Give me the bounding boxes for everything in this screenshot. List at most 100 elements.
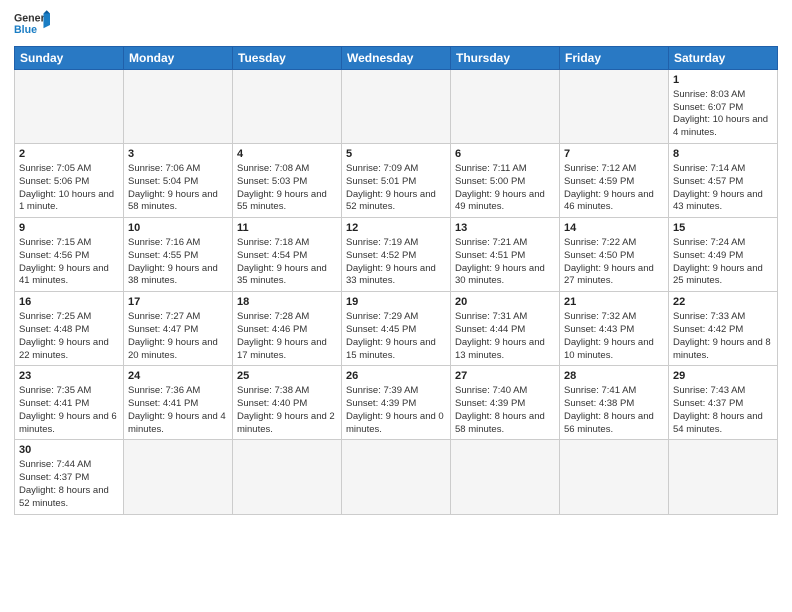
svg-text:Blue: Blue — [14, 24, 37, 36]
calendar-day-cell: 26Sunrise: 7:39 AM Sunset: 4:39 PM Dayli… — [342, 366, 451, 440]
calendar-header-saturday: Saturday — [669, 47, 778, 70]
day-number: 12 — [346, 221, 446, 236]
calendar-day-cell: 29Sunrise: 7:43 AM Sunset: 4:37 PM Dayli… — [669, 366, 778, 440]
calendar-header-sunday: Sunday — [15, 47, 124, 70]
calendar-day-cell: 11Sunrise: 7:18 AM Sunset: 4:54 PM Dayli… — [233, 218, 342, 292]
calendar-day-cell: 20Sunrise: 7:31 AM Sunset: 4:44 PM Dayli… — [451, 292, 560, 366]
day-info: Sunrise: 7:22 AM Sunset: 4:50 PM Dayligh… — [564, 237, 664, 288]
generalblue-logo-icon: General Blue — [14, 10, 50, 40]
calendar-week-row: 2Sunrise: 7:05 AM Sunset: 5:06 PM Daylig… — [15, 144, 778, 218]
page: General Blue SundayMondayTuesdayWednesda… — [0, 0, 792, 612]
calendar-day-cell: 3Sunrise: 7:06 AM Sunset: 5:04 PM Daylig… — [124, 144, 233, 218]
calendar-day-cell: 9Sunrise: 7:15 AM Sunset: 4:56 PM Daylig… — [15, 218, 124, 292]
calendar-day-cell — [560, 70, 669, 144]
calendar-header-monday: Monday — [124, 47, 233, 70]
day-info: Sunrise: 7:05 AM Sunset: 5:06 PM Dayligh… — [19, 163, 119, 214]
calendar-day-cell: 8Sunrise: 7:14 AM Sunset: 4:57 PM Daylig… — [669, 144, 778, 218]
day-number: 11 — [237, 221, 337, 236]
day-info: Sunrise: 7:24 AM Sunset: 4:49 PM Dayligh… — [673, 237, 773, 288]
day-number: 21 — [564, 295, 664, 310]
day-info: Sunrise: 7:12 AM Sunset: 4:59 PM Dayligh… — [564, 163, 664, 214]
calendar-day-cell: 15Sunrise: 7:24 AM Sunset: 4:49 PM Dayli… — [669, 218, 778, 292]
day-info: Sunrise: 7:41 AM Sunset: 4:38 PM Dayligh… — [564, 385, 664, 436]
calendar-day-cell: 25Sunrise: 7:38 AM Sunset: 4:40 PM Dayli… — [233, 366, 342, 440]
calendar-day-cell: 30Sunrise: 7:44 AM Sunset: 4:37 PM Dayli… — [15, 440, 124, 514]
calendar-day-cell: 14Sunrise: 7:22 AM Sunset: 4:50 PM Dayli… — [560, 218, 669, 292]
calendar-header-friday: Friday — [560, 47, 669, 70]
day-number: 15 — [673, 221, 773, 236]
day-info: Sunrise: 7:29 AM Sunset: 4:45 PM Dayligh… — [346, 311, 446, 362]
calendar-day-cell: 19Sunrise: 7:29 AM Sunset: 4:45 PM Dayli… — [342, 292, 451, 366]
calendar-day-cell: 5Sunrise: 7:09 AM Sunset: 5:01 PM Daylig… — [342, 144, 451, 218]
day-info: Sunrise: 7:31 AM Sunset: 4:44 PM Dayligh… — [455, 311, 555, 362]
day-info: Sunrise: 7:38 AM Sunset: 4:40 PM Dayligh… — [237, 385, 337, 436]
day-number: 5 — [346, 147, 446, 162]
day-info: Sunrise: 7:15 AM Sunset: 4:56 PM Dayligh… — [19, 237, 119, 288]
calendar-day-cell: 21Sunrise: 7:32 AM Sunset: 4:43 PM Dayli… — [560, 292, 669, 366]
day-info: Sunrise: 7:08 AM Sunset: 5:03 PM Dayligh… — [237, 163, 337, 214]
calendar-week-row: 23Sunrise: 7:35 AM Sunset: 4:41 PM Dayli… — [15, 366, 778, 440]
day-number: 13 — [455, 221, 555, 236]
calendar-day-cell — [124, 440, 233, 514]
calendar-day-cell — [124, 70, 233, 144]
day-info: Sunrise: 7:32 AM Sunset: 4:43 PM Dayligh… — [564, 311, 664, 362]
day-number: 2 — [19, 147, 119, 162]
calendar-day-cell: 7Sunrise: 7:12 AM Sunset: 4:59 PM Daylig… — [560, 144, 669, 218]
day-number: 6 — [455, 147, 555, 162]
day-number: 10 — [128, 221, 228, 236]
day-info: Sunrise: 7:44 AM Sunset: 4:37 PM Dayligh… — [19, 459, 119, 510]
day-number: 22 — [673, 295, 773, 310]
calendar-day-cell — [342, 440, 451, 514]
day-info: Sunrise: 7:09 AM Sunset: 5:01 PM Dayligh… — [346, 163, 446, 214]
calendar-header-tuesday: Tuesday — [233, 47, 342, 70]
calendar-week-row: 1Sunrise: 8:03 AM Sunset: 6:07 PM Daylig… — [15, 70, 778, 144]
day-number: 17 — [128, 295, 228, 310]
calendar-week-row: 16Sunrise: 7:25 AM Sunset: 4:48 PM Dayli… — [15, 292, 778, 366]
calendar-day-cell — [15, 70, 124, 144]
calendar-day-cell: 28Sunrise: 7:41 AM Sunset: 4:38 PM Dayli… — [560, 366, 669, 440]
calendar-day-cell: 18Sunrise: 7:28 AM Sunset: 4:46 PM Dayli… — [233, 292, 342, 366]
day-number: 27 — [455, 369, 555, 384]
calendar-day-cell — [342, 70, 451, 144]
calendar-week-row: 9Sunrise: 7:15 AM Sunset: 4:56 PM Daylig… — [15, 218, 778, 292]
day-info: Sunrise: 7:39 AM Sunset: 4:39 PM Dayligh… — [346, 385, 446, 436]
day-number: 30 — [19, 443, 119, 458]
day-info: Sunrise: 7:16 AM Sunset: 4:55 PM Dayligh… — [128, 237, 228, 288]
calendar-day-cell — [451, 440, 560, 514]
calendar-day-cell: 23Sunrise: 7:35 AM Sunset: 4:41 PM Dayli… — [15, 366, 124, 440]
day-number: 19 — [346, 295, 446, 310]
day-info: Sunrise: 7:33 AM Sunset: 4:42 PM Dayligh… — [673, 311, 773, 362]
calendar-day-cell — [560, 440, 669, 514]
calendar-header-wednesday: Wednesday — [342, 47, 451, 70]
day-info: Sunrise: 7:21 AM Sunset: 4:51 PM Dayligh… — [455, 237, 555, 288]
calendar-header-thursday: Thursday — [451, 47, 560, 70]
calendar-header-row: SundayMondayTuesdayWednesdayThursdayFrid… — [15, 47, 778, 70]
day-info: Sunrise: 7:25 AM Sunset: 4:48 PM Dayligh… — [19, 311, 119, 362]
day-info: Sunrise: 7:36 AM Sunset: 4:41 PM Dayligh… — [128, 385, 228, 436]
day-number: 3 — [128, 147, 228, 162]
calendar-day-cell: 6Sunrise: 7:11 AM Sunset: 5:00 PM Daylig… — [451, 144, 560, 218]
calendar-day-cell: 24Sunrise: 7:36 AM Sunset: 4:41 PM Dayli… — [124, 366, 233, 440]
day-number: 16 — [19, 295, 119, 310]
calendar-day-cell: 1Sunrise: 8:03 AM Sunset: 6:07 PM Daylig… — [669, 70, 778, 144]
day-info: Sunrise: 7:40 AM Sunset: 4:39 PM Dayligh… — [455, 385, 555, 436]
day-info: Sunrise: 7:14 AM Sunset: 4:57 PM Dayligh… — [673, 163, 773, 214]
calendar-week-row: 30Sunrise: 7:44 AM Sunset: 4:37 PM Dayli… — [15, 440, 778, 514]
calendar-day-cell: 4Sunrise: 7:08 AM Sunset: 5:03 PM Daylig… — [233, 144, 342, 218]
calendar-day-cell: 2Sunrise: 7:05 AM Sunset: 5:06 PM Daylig… — [15, 144, 124, 218]
day-info: Sunrise: 7:06 AM Sunset: 5:04 PM Dayligh… — [128, 163, 228, 214]
day-number: 18 — [237, 295, 337, 310]
day-info: Sunrise: 7:35 AM Sunset: 4:41 PM Dayligh… — [19, 385, 119, 436]
day-number: 23 — [19, 369, 119, 384]
day-number: 24 — [128, 369, 228, 384]
day-info: Sunrise: 7:43 AM Sunset: 4:37 PM Dayligh… — [673, 385, 773, 436]
day-number: 26 — [346, 369, 446, 384]
day-number: 1 — [673, 73, 773, 88]
day-number: 14 — [564, 221, 664, 236]
calendar-day-cell — [233, 70, 342, 144]
calendar-day-cell: 17Sunrise: 7:27 AM Sunset: 4:47 PM Dayli… — [124, 292, 233, 366]
day-info: Sunrise: 7:11 AM Sunset: 5:00 PM Dayligh… — [455, 163, 555, 214]
day-number: 20 — [455, 295, 555, 310]
day-number: 8 — [673, 147, 773, 162]
day-info: Sunrise: 7:27 AM Sunset: 4:47 PM Dayligh… — [128, 311, 228, 362]
